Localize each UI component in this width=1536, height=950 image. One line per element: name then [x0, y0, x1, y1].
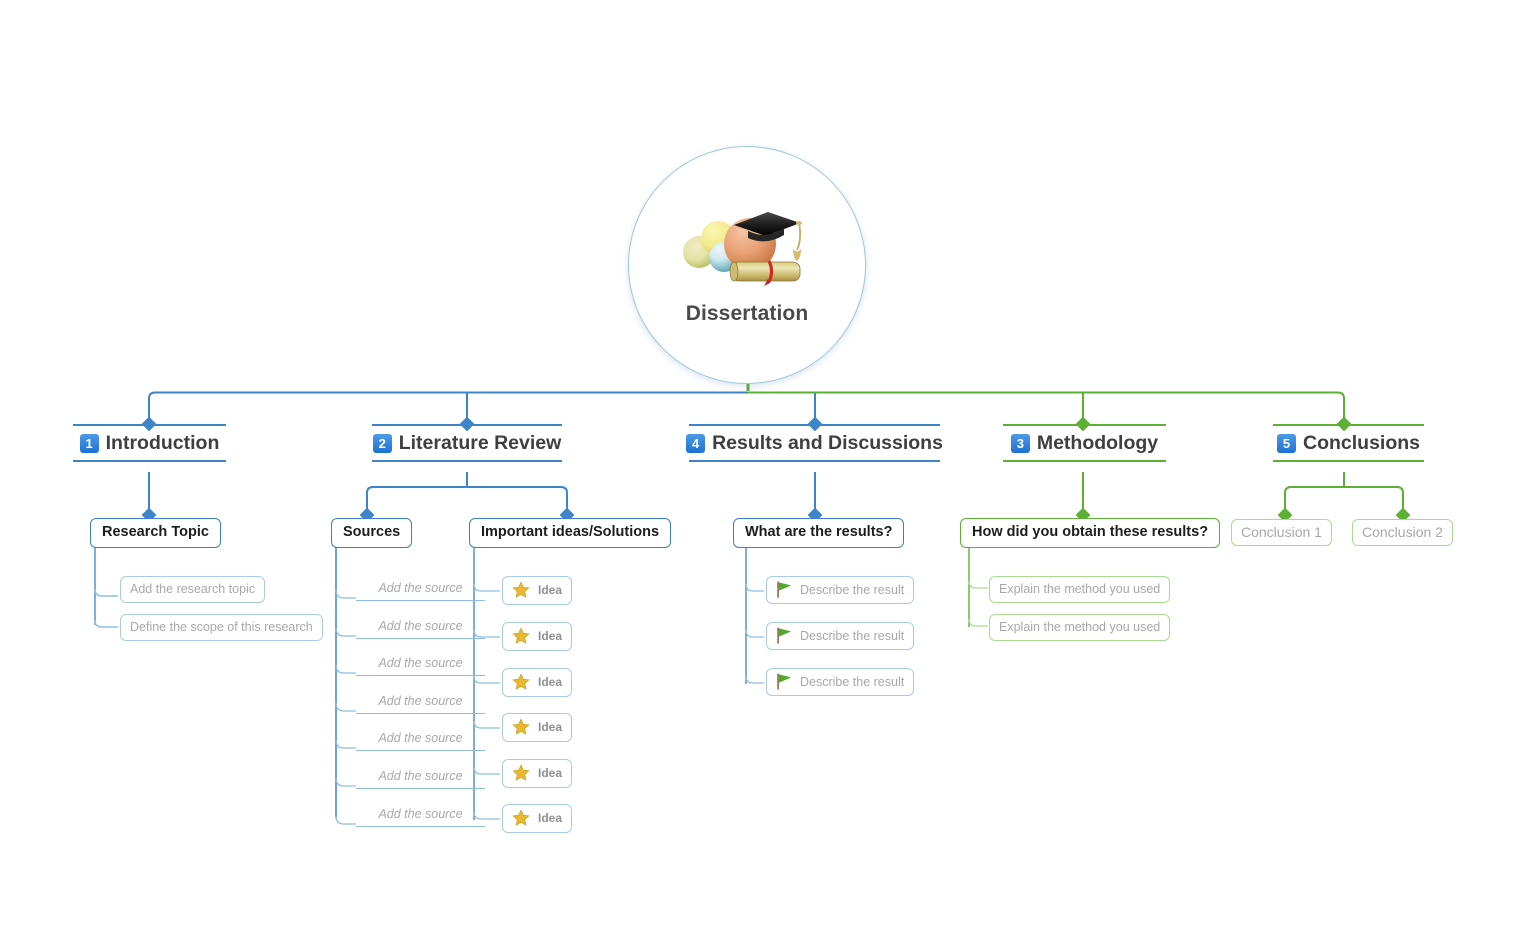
mindmap-canvas: Dissertation 1 Introduction 2 Literature… — [0, 0, 1536, 950]
leaf-label: Describe the result — [800, 674, 905, 689]
node-sources[interactable]: Sources — [331, 518, 413, 548]
leaf-label: Idea — [538, 583, 563, 597]
leaf-add-the-source-6[interactable]: Add the source — [356, 765, 485, 789]
branch-label-row: 5 Conclusions — [1273, 426, 1424, 460]
root-node-content: Dissertation — [629, 147, 865, 383]
branch-bar-bottom — [372, 460, 562, 462]
node-how-did-you-obtain-these-results[interactable]: How did you obtain these results? — [960, 518, 1221, 548]
node-important-ideas-solutions[interactable]: Important ideas/Solutions — [469, 518, 672, 548]
connector-lines — [94, 384, 1411, 825]
leaf-label: Idea — [538, 629, 563, 643]
branch-label-row: 2 Literature Review — [372, 426, 562, 460]
leaf-add-the-source-1[interactable]: Add the source — [356, 577, 485, 601]
leaf-label: Idea — [538, 811, 563, 825]
branch-results-and-discussions[interactable]: 4 Results and Discussions — [686, 424, 943, 462]
branch-number-badge: 2 — [372, 434, 392, 453]
leaf-add-the-source-3[interactable]: Add the source — [356, 652, 485, 676]
branch-number-badge: 1 — [79, 434, 99, 453]
branch-label-row: 3 Methodology — [1003, 426, 1166, 460]
leaf-idea-2[interactable]: Idea — [502, 622, 573, 651]
branch-methodology[interactable]: 3 Methodology — [1003, 424, 1166, 462]
leaf-label: Describe the result — [800, 582, 905, 597]
leaf-define-the-scope[interactable]: Define the scope of this research — [120, 614, 323, 641]
flag-icon — [776, 673, 792, 690]
branch-title: Results and Discussions — [712, 432, 943, 454]
leaf-idea-1[interactable]: Idea — [502, 576, 573, 605]
branch-label-row: 4 Results and Discussions — [686, 426, 943, 460]
leaf-label: Idea — [538, 766, 563, 780]
flag-icon — [776, 627, 792, 644]
leaf-label: Idea — [538, 675, 563, 689]
star-icon — [512, 764, 530, 782]
leaf-label: Add the source — [378, 807, 463, 821]
conclusion-2-label: Conclusion 2 — [1362, 524, 1443, 540]
leaf-label: Add the research topic — [130, 582, 256, 596]
leaf-add-the-source-5[interactable]: Add the source — [356, 727, 485, 751]
star-icon — [512, 718, 530, 736]
branch-bar-bottom — [73, 460, 226, 462]
leaf-explain-the-method-1[interactable]: Explain the method you used — [989, 576, 1171, 603]
leaf-describe-the-result-3[interactable]: Describe the result — [766, 668, 915, 696]
node-what-are-the-results[interactable]: What are the results? — [733, 518, 905, 548]
star-icon — [512, 809, 530, 827]
leaf-label: Add the source — [378, 694, 463, 708]
leaf-add-the-source-2[interactable]: Add the source — [356, 615, 485, 639]
leaf-label: Add the source — [378, 656, 463, 670]
leaf-label: Add the source — [378, 581, 463, 595]
leaf-label: Describe the result — [800, 628, 905, 643]
leaf-label: Explain the method you used — [999, 620, 1161, 634]
branch-number-badge: 5 — [1276, 434, 1296, 453]
branch-bar-bottom — [1003, 460, 1166, 462]
branch-title: Methodology — [1036, 432, 1159, 454]
leaf-label: Idea — [538, 720, 563, 734]
leaf-describe-the-result-1[interactable]: Describe the result — [766, 576, 915, 604]
root-label: Dissertation — [685, 302, 809, 325]
leaf-idea-6[interactable]: Idea — [502, 804, 573, 833]
star-icon — [512, 581, 530, 599]
leaf-explain-the-method-2[interactable]: Explain the method you used — [989, 614, 1171, 641]
branch-label-row: 1 Introduction — [73, 426, 226, 460]
flag-icon — [776, 581, 792, 598]
branch-number-badge: 4 — [686, 434, 706, 453]
branch-bar-bottom — [1273, 460, 1424, 462]
leaf-label: Add the source — [378, 769, 463, 783]
graduation-cap-diploma-icon — [672, 204, 822, 300]
leaf-label: Add the source — [378, 731, 463, 745]
leaf-label: Define the scope of this research — [130, 620, 313, 634]
leaf-add-the-source-4[interactable]: Add the source — [356, 690, 485, 714]
node-conclusion-2[interactable]: Conclusion 2 — [1352, 519, 1453, 546]
branch-title: Literature Review — [398, 432, 562, 454]
branch-bar-bottom — [689, 460, 940, 462]
leaf-idea-4[interactable]: Idea — [502, 713, 573, 742]
leaf-label: Add the source — [378, 619, 463, 633]
leaf-add-the-research-topic[interactable]: Add the research topic — [120, 576, 266, 603]
leaf-add-the-source-7[interactable]: Add the source — [356, 803, 485, 827]
star-icon — [512, 673, 530, 691]
node-research-topic[interactable]: Research Topic — [90, 518, 221, 548]
branch-conclusions[interactable]: 5 Conclusions — [1273, 424, 1424, 462]
branch-number-badge: 3 — [1010, 434, 1030, 453]
leaf-idea-3[interactable]: Idea — [502, 668, 573, 697]
leaf-describe-the-result-2[interactable]: Describe the result — [766, 622, 915, 650]
leaf-idea-5[interactable]: Idea — [502, 759, 573, 788]
root-node[interactable]: Dissertation — [628, 146, 866, 384]
branch-introduction[interactable]: 1 Introduction — [73, 424, 226, 462]
star-icon — [512, 627, 530, 645]
node-conclusion-1[interactable]: Conclusion 1 — [1231, 519, 1332, 546]
leaf-label: Explain the method you used — [999, 582, 1161, 596]
conclusion-1-label: Conclusion 1 — [1241, 524, 1322, 540]
branch-title: Conclusions — [1302, 432, 1420, 454]
branch-literature-review[interactable]: 2 Literature Review — [372, 424, 562, 462]
branch-title: Introduction — [105, 432, 220, 454]
